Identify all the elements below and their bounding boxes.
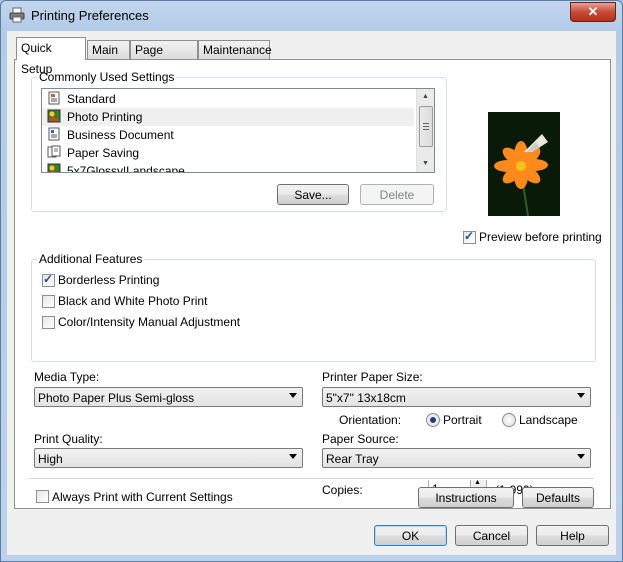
always-print-checkbox[interactable] [36,490,49,503]
portrait-radio[interactable] [426,413,440,427]
borderless-label: Borderless Printing [58,273,160,287]
tab-label: Main [92,43,119,57]
print-quality-label: Print Quality: [34,432,103,446]
close-icon: ✕ [587,4,599,19]
title-bar[interactable]: Printing Preferences ✕ [1,1,622,31]
photo-icon [47,163,61,172]
black-white-label: Black and White Photo Print [58,294,208,308]
media-type-label: Media Type: [34,370,100,384]
cancel-button[interactable]: Cancel [455,525,528,546]
quick-setup-panel: Commonly Used Settings Standard Photo Pr… [14,59,611,509]
list-item-label: 5x7Glossy|Landscape [67,164,185,173]
business-doc-icon [48,127,60,141]
list-item[interactable]: 5x7Glossy|Landscape [42,162,414,173]
tab-label: Quick Setup [21,41,53,76]
preview-image [488,112,560,216]
preview-label: Preview before printing [479,230,602,244]
button-label: Instructions [435,491,497,505]
chevron-down-icon [289,393,297,398]
additional-features-group: Additional Features Borderless Printing … [31,252,596,362]
scroll-up-icon[interactable]: ▲ [417,89,434,105]
button-label: Save... [294,188,332,202]
photo-icon [47,109,61,123]
print-quality-value: High [38,452,63,466]
media-type-value: Photo Paper Plus Semi-gloss [38,391,195,405]
grip-line [423,129,429,130]
list-item[interactable]: Paper Saving [42,144,414,162]
commonly-used-settings-group: Commonly Used Settings Standard Photo Pr… [31,70,447,212]
tab-maintenance[interactable]: Maintenance [198,40,272,59]
button-label: OK [401,529,420,543]
tab-page-setup[interactable]: Page Setup [130,40,198,76]
button-label: Defaults [535,491,581,505]
color-intensity-checkbox[interactable] [42,316,55,329]
grip-line [423,126,429,127]
window-title: Printing Preferences [31,8,149,23]
button-label: Delete [379,188,415,202]
print-quality-dropdown[interactable]: High [34,448,303,468]
copies-label: Copies: [322,483,363,497]
chevron-down-icon [577,393,585,398]
group-label: Commonly Used Settings [37,70,177,84]
chevron-down-icon [577,454,585,459]
paper-source-dropdown[interactable]: Rear Tray [322,448,591,468]
always-print-label: Always Print with Current Settings [52,490,233,504]
list-item-label: Standard [67,92,116,106]
borderless-checkbox[interactable] [42,272,55,287]
instructions-button[interactable]: Instructions [418,487,514,508]
media-type-dropdown[interactable]: Photo Paper Plus Semi-gloss [34,387,303,407]
ok-button[interactable]: OK [374,525,447,546]
list-item-label: Paper Saving [67,146,140,160]
dialog-client: Quick Setup Main Page Setup Maintenance … [7,31,616,555]
landscape-radio[interactable] [502,413,516,427]
portrait-label: Portrait [443,413,482,427]
grip-line [423,123,429,124]
list-item[interactable]: Standard [42,90,414,108]
standard-doc-icon [48,91,60,105]
list-item[interactable]: Photo Printing [42,108,414,126]
landscape-label: Landscape [519,413,578,427]
orientation-label: Orientation: [339,413,402,427]
list-item-label: Business Document [67,128,174,142]
tab-main[interactable]: Main [87,40,130,59]
paper-source-label: Paper Source: [322,432,399,446]
help-button[interactable]: Help [536,525,609,546]
save-button[interactable]: Save... [277,184,349,205]
close-button[interactable]: ✕ [570,2,616,22]
tab-quick-setup[interactable]: Quick Setup [16,37,86,76]
black-white-checkbox[interactable] [42,295,55,308]
group-label: Additional Features [37,252,145,266]
printer-icon [9,7,25,23]
list-scrollbar[interactable]: ▲ ▼ [416,89,434,172]
defaults-button[interactable]: Defaults [522,487,594,508]
tab-label: Maintenance [203,43,272,57]
scroll-thumb[interactable] [419,106,433,147]
preview-checkbox[interactable] [463,229,476,244]
printing-preferences-window: Printing Preferences ✕ Quick Setup Main … [0,0,623,562]
paper-source-value: Rear Tray [326,452,379,466]
list-item[interactable]: Business Document [42,126,414,144]
color-intensity-label: Color/Intensity Manual Adjustment [58,315,241,329]
list-item-label: Photo Printing [67,110,143,124]
spin-up-icon[interactable]: ▲ [474,479,481,486]
paper-saving-icon [47,145,61,158]
scroll-down-icon[interactable]: ▼ [417,156,434,172]
paper-size-dropdown[interactable]: 5"x7" 13x18cm [322,387,591,407]
paper-size-value: 5"x7" 13x18cm [326,391,406,405]
chevron-down-icon [289,454,297,459]
delete-button[interactable]: Delete [360,184,434,205]
divider [29,478,594,480]
flower-photo-icon [488,112,560,216]
settings-listbox[interactable]: Standard Photo Printing Business Documen… [41,88,435,173]
paper-size-label: Printer Paper Size: [322,370,423,384]
button-label: Cancel [472,529,511,543]
button-label: Help [560,529,585,543]
